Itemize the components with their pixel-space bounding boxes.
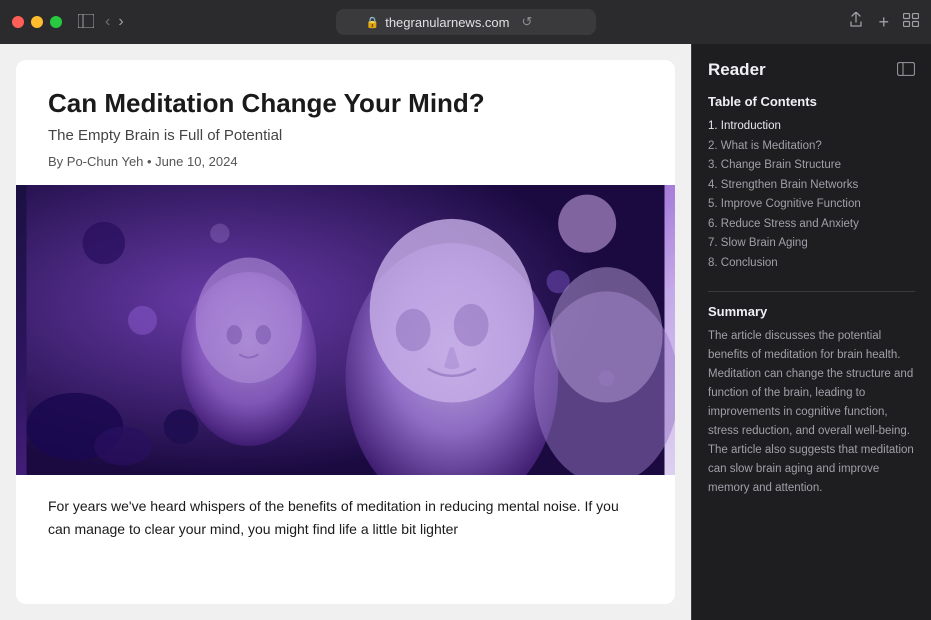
summary-text: The article discusses the potential bene… bbox=[708, 327, 915, 498]
reader-panel-title: Reader bbox=[708, 60, 766, 80]
share-icon[interactable] bbox=[848, 12, 864, 33]
toc-item[interactable]: 3. Change Brain Structure bbox=[708, 156, 915, 176]
lock-icon: 🔒 bbox=[366, 16, 380, 29]
article-area: Can Meditation Change Your Mind? The Emp… bbox=[0, 44, 691, 620]
forward-arrow[interactable]: › bbox=[115, 13, 126, 31]
article-byline: By Po-Chun Yeh • June 10, 2024 bbox=[48, 154, 643, 169]
article-body-preview: For years we've heard whispers of the be… bbox=[16, 475, 675, 560]
close-button[interactable] bbox=[12, 16, 24, 28]
article-card: Can Meditation Change Your Mind? The Emp… bbox=[16, 60, 675, 604]
back-arrow[interactable]: ‹ bbox=[102, 13, 113, 31]
minimize-button[interactable] bbox=[31, 16, 43, 28]
article-image bbox=[16, 185, 675, 475]
traffic-lights bbox=[12, 16, 62, 28]
toc-item[interactable]: 6. Reduce Stress and Anxiety bbox=[708, 215, 915, 235]
article-title: Can Meditation Change Your Mind? bbox=[48, 88, 643, 119]
tab-overview-icon[interactable] bbox=[903, 13, 919, 32]
new-tab-icon[interactable]: + bbox=[878, 12, 889, 33]
summary-heading: Summary bbox=[708, 304, 915, 319]
article-body-text: For years we've heard whispers of the be… bbox=[48, 495, 643, 540]
titlebar: ‹ › 🔒 thegranularnews.com ↺ + bbox=[0, 0, 931, 44]
reader-toggle-icon[interactable] bbox=[897, 62, 915, 79]
toc-item[interactable]: 7. Slow Brain Aging bbox=[708, 234, 915, 254]
toc-item[interactable]: 4. Strengthen Brain Networks bbox=[708, 176, 915, 196]
reader-panel: Reader Table of Contents 1. Introduction… bbox=[691, 44, 931, 620]
article-text-area: Can Meditation Change Your Mind? The Emp… bbox=[16, 60, 675, 185]
toc-item[interactable]: 1. Introduction bbox=[708, 117, 915, 137]
nav-arrows: ‹ › bbox=[102, 13, 127, 31]
article-subtitle: The Empty Brain is Full of Potential bbox=[48, 127, 643, 144]
maximize-button[interactable] bbox=[50, 16, 62, 28]
toc-list: 1. Introduction2. What is Meditation?3. … bbox=[708, 117, 915, 273]
toc-item[interactable]: 5. Improve Cognitive Function bbox=[708, 195, 915, 215]
reload-icon[interactable]: ↺ bbox=[522, 14, 533, 30]
divider bbox=[708, 291, 915, 292]
browser-content: Can Meditation Change Your Mind? The Emp… bbox=[0, 44, 931, 620]
url-bar[interactable]: 🔒 thegranularnews.com ↺ bbox=[336, 9, 596, 35]
toc-item[interactable]: 2. What is Meditation? bbox=[708, 137, 915, 157]
toc-item[interactable]: 8. Conclusion bbox=[708, 254, 915, 274]
reader-header: Reader bbox=[708, 60, 915, 80]
titlebar-right: + bbox=[848, 12, 919, 33]
sidebar-toggle-icon[interactable] bbox=[78, 14, 94, 31]
url-text: thegranularnews.com bbox=[385, 15, 509, 30]
titlebar-center: 🔒 thegranularnews.com ↺ bbox=[336, 9, 596, 35]
toc-heading: Table of Contents bbox=[708, 94, 915, 109]
